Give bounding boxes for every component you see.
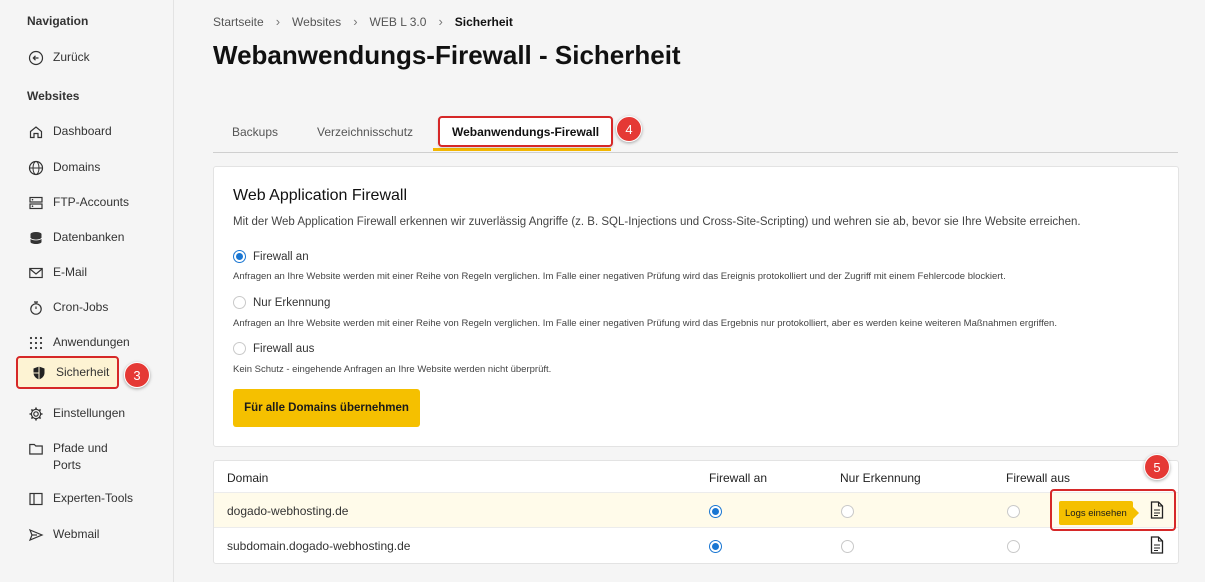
column-header-domain: Domain	[227, 471, 269, 485]
sidebar-item-label: FTP-Accounts	[53, 195, 130, 209]
sidebar-item-label: Anwendungen	[53, 335, 130, 349]
sidebar-item-cron-jobs[interactable]: Cron-Jobs	[27, 299, 108, 316]
sidebar-item-label: Einstellungen	[53, 406, 126, 420]
column-header-firewall-an: Firewall an	[709, 471, 768, 485]
breadcrumb-item[interactable]: WEB L 3.0	[370, 15, 427, 29]
sidebar-item-ftp-accounts[interactable]: FTP-Accounts	[27, 194, 129, 211]
logs-highlight-box	[1050, 489, 1176, 531]
sidebar-item-experten-tools[interactable]: Experten-Tools	[27, 490, 133, 507]
send-icon	[27, 526, 44, 543]
option-firewall-an[interactable]: Firewall an	[233, 250, 309, 263]
radio-nur-erkennung[interactable]	[841, 505, 854, 518]
mail-icon	[27, 264, 44, 281]
step-badge-5: 5	[1144, 454, 1170, 480]
apply-all-domains-button[interactable]: Für alle Domains übernehmen	[233, 389, 420, 427]
sidebar-item-email[interactable]: E-Mail	[27, 264, 87, 281]
sidebar-item-label: E-Mail	[53, 265, 88, 279]
stopwatch-icon	[27, 299, 44, 316]
sidebar-item-label: Experten-Tools	[53, 491, 134, 505]
sidebar-item-label: Dashboard	[53, 124, 112, 138]
chevron-right-icon: ›	[438, 14, 443, 29]
sidebar-item-datenbanken[interactable]: Datenbanken	[27, 229, 124, 246]
sidebar-item-domains[interactable]: Domains	[27, 159, 100, 176]
radio-nur-erkennung[interactable]	[233, 296, 246, 309]
tab-webanwendungs-firewall[interactable]: Webanwendungs-Firewall	[438, 116, 614, 147]
home-icon	[27, 123, 44, 140]
sidebar-item-label: Cron-Jobs	[53, 300, 109, 314]
option-firewall-aus[interactable]: Firewall aus	[233, 342, 314, 355]
option-nur-erkennung[interactable]: Nur Erkennung	[233, 296, 330, 309]
sidebar-item-webmail[interactable]: Webmail	[27, 526, 99, 543]
sidebar-item-label: Webmail	[53, 527, 100, 541]
step-badge-3: 3	[124, 362, 150, 388]
arrow-left-circle-icon	[27, 49, 44, 66]
sidebar-item-sicherheit[interactable]: Sicherheit	[16, 356, 119, 389]
folder-icon	[27, 440, 44, 457]
card-title: Web Application Firewall	[233, 187, 408, 204]
sidebar-item-label: Domains	[53, 160, 101, 174]
breadcrumb-item[interactable]: Websites	[292, 15, 341, 29]
gear-icon	[27, 405, 44, 422]
websites-heading: Websites	[27, 89, 80, 103]
option-description: Kein Schutz - eingehende Anfragen an Ihr…	[233, 364, 552, 375]
chevron-right-icon: ›	[275, 14, 281, 29]
sidebar-item-label: Sicherheit	[56, 365, 110, 379]
panel-icon	[27, 490, 44, 507]
grid-dots-icon	[27, 334, 44, 351]
shield-icon	[30, 364, 47, 381]
radio-nur-erkennung[interactable]	[841, 540, 854, 553]
table-row: subdomain.dogado-webhosting.de	[214, 528, 1178, 564]
back-link[interactable]: Zurück	[27, 49, 90, 66]
server-icon	[27, 194, 44, 211]
column-header-firewall-aus: Firewall aus	[1006, 471, 1071, 485]
tab-backups[interactable]: Backups	[232, 115, 278, 149]
sidebar-item-einstellungen[interactable]: Einstellungen	[27, 405, 125, 422]
option-label: Firewall an	[253, 250, 309, 263]
step-badge-4: 4	[616, 116, 642, 142]
radio-firewall-an[interactable]	[233, 250, 246, 263]
sidebar-item-anwendungen[interactable]: Anwendungen	[27, 334, 130, 351]
chevron-right-icon: ›	[353, 14, 358, 29]
radio-firewall-an[interactable]	[709, 505, 722, 518]
tab-bar: Backups Verzeichnisschutz Webanwendungs-…	[213, 115, 1178, 153]
sidebar-item-pfade-und-ports[interactable]: Pfade und Ports	[27, 440, 117, 474]
card-description: Mit der Web Application Firewall erkenne…	[233, 216, 1081, 228]
sidebar: Navigation Zurück Websites Dashboard Dom…	[0, 0, 174, 582]
option-description: Anfragen an Ihre Website werden mit eine…	[233, 271, 1006, 282]
breadcrumb: Startseite › Websites › WEB L 3.0 › Sich…	[213, 14, 513, 29]
breadcrumb-current: Sicherheit	[454, 14, 513, 29]
sidebar-item-dashboard[interactable]: Dashboard	[27, 123, 112, 140]
radio-firewall-aus[interactable]	[233, 342, 246, 355]
back-label: Zurück	[53, 50, 90, 64]
option-label: Firewall aus	[253, 342, 315, 355]
firewall-settings-card: Web Application Firewall Mit der Web App…	[213, 166, 1179, 447]
tab-verzeichnisschutz[interactable]: Verzeichnisschutz	[317, 115, 413, 149]
database-icon	[27, 229, 44, 246]
radio-firewall-an[interactable]	[709, 540, 722, 553]
active-tab-underline	[433, 148, 611, 151]
sidebar-item-label: Pfade und Ports	[53, 441, 108, 472]
breadcrumb-item[interactable]: Startseite	[213, 15, 264, 29]
table-row: dogado-webhosting.de Logs einsehen	[214, 492, 1178, 528]
globe-icon	[27, 159, 44, 176]
nav-heading: Navigation	[27, 14, 89, 28]
option-description: Anfragen an Ihre Website werden mit eine…	[233, 318, 1057, 329]
page-title: Webanwendungs-Firewall - Sicherheit	[213, 40, 681, 70]
option-label: Nur Erkennung	[253, 296, 331, 309]
document-icon[interactable]	[1149, 536, 1165, 554]
column-header-nur-erkennung: Nur Erkennung	[840, 471, 921, 485]
radio-firewall-aus[interactable]	[1007, 540, 1020, 553]
radio-firewall-aus[interactable]	[1007, 505, 1020, 518]
sidebar-item-label: Datenbanken	[53, 230, 125, 244]
domain-table: Domain Firewall an Nur Erkennung Firewal…	[213, 460, 1179, 564]
domain-name: subdomain.dogado-webhosting.de	[227, 539, 411, 553]
domain-name: dogado-webhosting.de	[227, 504, 349, 518]
